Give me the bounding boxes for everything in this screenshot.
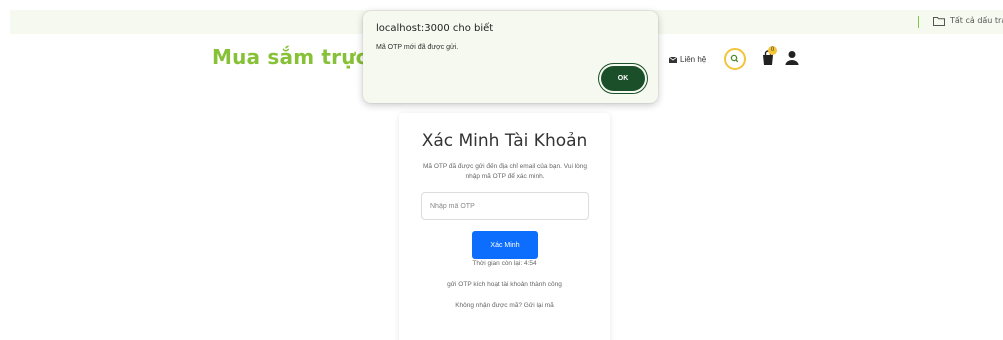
dialog-origin: localhost:3000 cho biết <box>376 23 494 34</box>
search-icon <box>730 54 739 63</box>
mail-icon <box>669 56 677 63</box>
cart-count-badge: 0 <box>768 46 777 55</box>
site-brand[interactable]: Mua sắm trực t <box>212 45 385 69</box>
verify-description: Mã OTP đã được gửi đến địa chỉ email của… <box>423 163 587 180</box>
otp-success-message: gửi OTP kích hoạt tài khoản thành công <box>447 281 562 288</box>
otp-input[interactable] <box>421 192 589 220</box>
bookmarks-folder-label[interactable]: Tất cả dấu trang <box>950 16 1003 25</box>
bookmarks-divider <box>918 16 919 28</box>
resend-otp-link[interactable]: Không nhận được mã? Gửi lại mã <box>399 302 610 309</box>
verify-title: Xác Minh Tài Khoản <box>421 131 588 151</box>
nav-contact-link[interactable]: Liên hệ <box>669 55 706 64</box>
verify-button[interactable]: Xác Minh <box>472 231 538 259</box>
countdown-timer: Thời gian còn lại: 4:54 <box>472 260 537 267</box>
page: Tất cả dấu trang Mua sắm trực t Liên hệ … <box>0 0 1003 340</box>
dialog-ok-button[interactable]: OK <box>601 66 645 91</box>
folder-icon[interactable] <box>933 16 945 26</box>
dialog-message: Mã OTP mới đã được gửi. <box>376 44 459 51</box>
search-button[interactable] <box>724 48 746 70</box>
user-icon[interactable] <box>784 50 800 66</box>
nav-contact-label: Liên hệ <box>680 55 707 64</box>
alert-dialog: localhost:3000 cho biết Mã OTP mới đã đư… <box>363 11 658 103</box>
